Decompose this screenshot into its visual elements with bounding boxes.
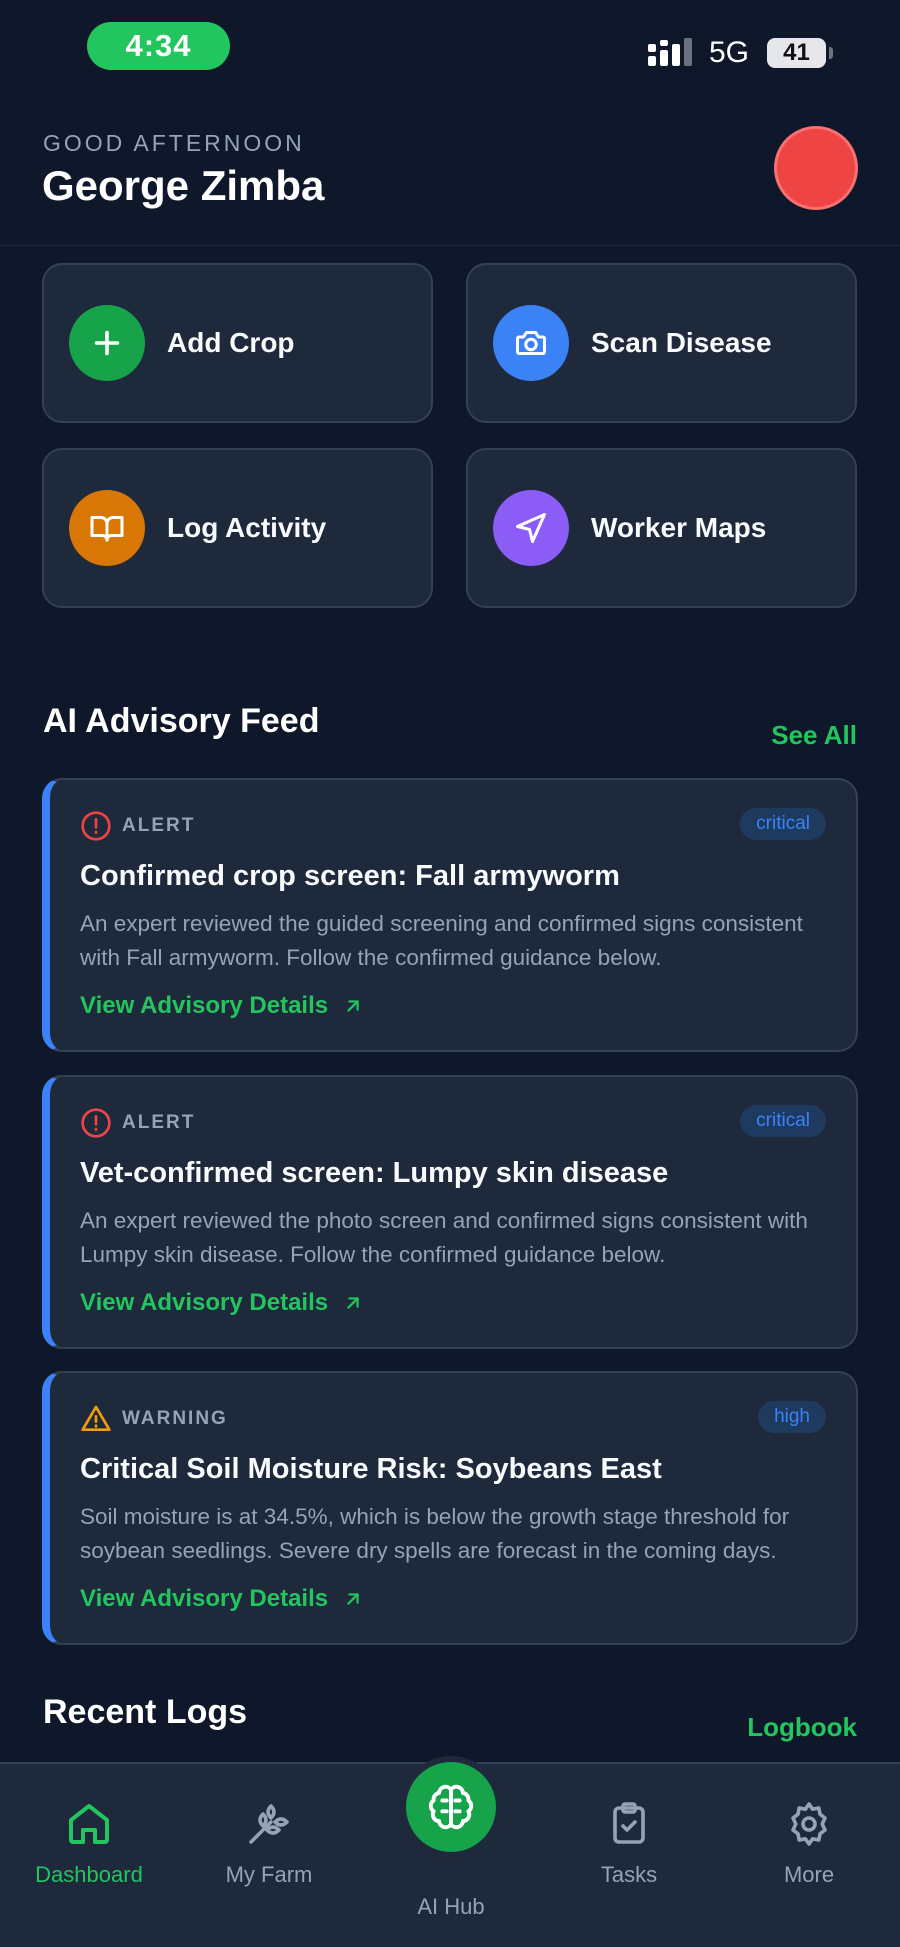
alert-circle-icon (81, 811, 111, 841)
user-name: George Zimba (42, 162, 325, 209)
see-all-link[interactable]: See All (771, 720, 857, 751)
log-activity-button[interactable]: Log Activity (42, 448, 433, 608)
clipboard-check-icon (613, 1802, 645, 1844)
nav-ai-hub-label[interactable]: AI Hub (371, 1894, 531, 1920)
bottom-nav: Dashboard My Farm AI Hub Tasks More (0, 1762, 900, 1947)
nav-dashboard-label: Dashboard (35, 1862, 143, 1887)
scan-disease-label: Scan Disease (591, 327, 772, 358)
worker-maps-label: Worker Maps (591, 512, 767, 543)
home-icon (69, 1804, 109, 1844)
nav-tasks-label: Tasks (600, 1862, 658, 1887)
card-kind: WARNING (80, 1403, 228, 1435)
navigation-icon (493, 490, 569, 566)
view-advisory-link[interactable]: View Advisory Details (80, 1585, 364, 1613)
card-title: Critical Soil Moisture Risk: Soybeans Ea… (80, 1453, 662, 1485)
view-advisory-label: View Advisory Details (80, 1289, 329, 1316)
advisory-card[interactable]: ALERT critical Vet-confirmed screen: Lum… (42, 1075, 858, 1349)
scan-disease-button[interactable]: Scan Disease (466, 263, 857, 423)
logbook-link[interactable]: Logbook (747, 1712, 857, 1743)
status-time: 4:34 (87, 22, 230, 70)
worker-maps-button[interactable]: Worker Maps (466, 448, 857, 608)
severity-badge: high (758, 1401, 826, 1433)
camera-icon (493, 305, 569, 381)
alert-circle-icon (81, 1108, 111, 1138)
card-kind-label: WARNING (122, 1408, 228, 1429)
severity-badge: critical (740, 1105, 826, 1137)
add-crop-label: Add Crop (167, 327, 295, 358)
brain-icon (428, 1784, 474, 1830)
status-bar: 4:34 5G 41 (0, 0, 900, 96)
signal-icon (648, 38, 692, 66)
nav-my-farm[interactable]: My Farm (189, 1800, 349, 1888)
card-kind-label: ALERT (122, 815, 196, 836)
log-activity-label: Log Activity (167, 512, 327, 543)
plus-icon (69, 305, 145, 381)
view-advisory-label: View Advisory Details (80, 1585, 329, 1612)
advisory-title: AI Advisory Feed (43, 702, 320, 740)
nav-more-label: More (783, 1862, 835, 1887)
card-body: An expert reviewed the guided screening … (80, 911, 803, 970)
card-body: Soil moisture is at 34.5%, which is belo… (80, 1504, 790, 1563)
gear-icon (791, 1802, 827, 1846)
nav-more[interactable]: More (729, 1800, 889, 1888)
arrow-up-right-icon (347, 1593, 359, 1605)
view-advisory-link[interactable]: View Advisory Details (80, 1289, 364, 1317)
warning-triangle-icon (81, 1405, 111, 1431)
card-body: An expert reviewed the photo screen and … (80, 1208, 808, 1267)
header: GOOD AFTERNOON George Zimba (0, 96, 900, 246)
recent-logs-title: Recent Logs (43, 1693, 248, 1731)
battery-tip (829, 47, 833, 59)
nav-dashboard[interactable]: Dashboard (9, 1800, 169, 1888)
card-title: Vet-confirmed screen: Lumpy skin disease (80, 1157, 669, 1189)
nav-my-farm-label: My Farm (225, 1862, 313, 1887)
view-advisory-link[interactable]: View Advisory Details (80, 992, 364, 1020)
card-title: Confirmed crop screen: Fall armyworm (80, 860, 620, 892)
network-type: 5G (709, 36, 750, 69)
severity-badge: critical (740, 808, 826, 840)
nav-tasks[interactable]: Tasks (549, 1800, 709, 1888)
avatar[interactable] (774, 126, 858, 210)
advisory-card[interactable]: WARNING high Critical Soil Moisture Risk… (42, 1371, 858, 1645)
card-kind: ALERT (80, 810, 195, 842)
greeting: GOOD AFTERNOON (43, 130, 305, 156)
add-crop-button[interactable]: Add Crop (42, 263, 433, 423)
arrow-up-right-icon (347, 1297, 359, 1309)
battery-icon: 41 (767, 38, 826, 68)
card-kind-label: ALERT (122, 1112, 196, 1133)
view-advisory-label: View Advisory Details (80, 992, 329, 1019)
advisory-card[interactable]: ALERT critical Confirmed crop screen: Fa… (42, 778, 858, 1052)
wheat-icon (249, 1804, 289, 1844)
card-kind: ALERT (80, 1107, 195, 1139)
arrow-up-right-icon (347, 1000, 359, 1012)
ai-hub-button[interactable] (406, 1762, 496, 1852)
book-icon (69, 490, 145, 566)
